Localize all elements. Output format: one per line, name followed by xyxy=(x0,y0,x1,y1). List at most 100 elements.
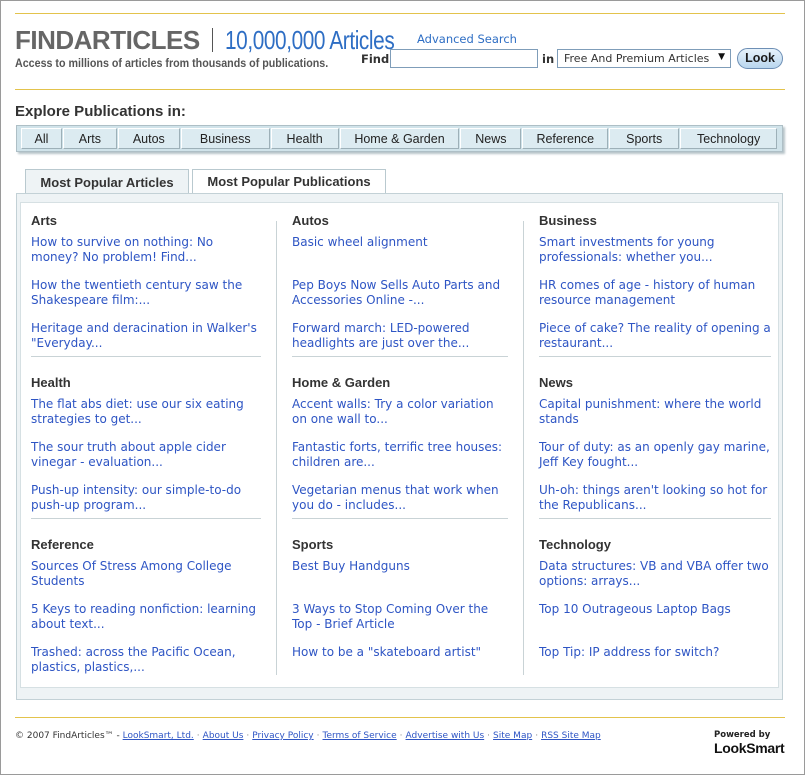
section-title: Technology xyxy=(539,537,611,552)
page-frame: FINDARTICLES 10,000,000 Articles Access … xyxy=(0,0,805,775)
category-autos[interactable]: Autos xyxy=(117,128,180,149)
article-link[interactable]: Fantastic forts, terrific tree houses: c… xyxy=(292,440,510,470)
section-autos: Autos Basic wheel alignment Pep Boys Now… xyxy=(292,213,510,350)
row-divider xyxy=(31,518,261,519)
category-business[interactable]: Business xyxy=(180,128,270,149)
footer-link-rss-site-map[interactable]: RSS Site Map xyxy=(541,731,601,741)
category-technology[interactable]: Technology xyxy=(680,128,778,149)
article-link[interactable]: The sour truth about apple cider vinegar… xyxy=(31,440,263,470)
article-link[interactable]: The flat abs diet: use our six eating st… xyxy=(31,397,263,427)
section-title: Business xyxy=(539,213,597,228)
article-link[interactable]: Trashed: across the Pacific Ocean, plast… xyxy=(31,645,263,675)
footer-rule xyxy=(15,717,785,718)
article-link[interactable]: Data structures: VB and VBA offer two op… xyxy=(539,559,771,589)
article-link[interactable]: Sources Of Stress Among College Students xyxy=(31,559,263,589)
footer-link-looksmart[interactable]: LookSmart, Ltd. xyxy=(123,731,194,741)
category-bar: All Arts Autos Business Health Home & Ga… xyxy=(16,125,783,152)
section-title: Home & Garden xyxy=(292,375,391,390)
article-link[interactable]: Tour of duty: as an openly gay marine, J… xyxy=(539,440,771,470)
article-link[interactable]: Basic wheel alignment xyxy=(292,235,510,250)
section-reference: Reference Sources Of Stress Among Colleg… xyxy=(31,537,263,674)
in-label: in xyxy=(542,52,555,66)
category-arts[interactable]: Arts xyxy=(62,128,117,149)
separator-dot: · xyxy=(399,731,403,741)
dropdown-arrow-icon: ▼ xyxy=(718,52,725,62)
section-title: Autos xyxy=(292,213,329,228)
footer-link-site-map[interactable]: Site Map xyxy=(493,731,532,741)
article-link[interactable]: Pep Boys Now Sells Auto Parts and Access… xyxy=(292,278,510,308)
logo-article-count: 10,000,000 Articles xyxy=(224,24,395,55)
article-link[interactable]: How the twentieth century saw the Shakes… xyxy=(31,278,263,308)
article-link[interactable]: Capital punishment: where the world stan… xyxy=(539,397,771,427)
category-news[interactable]: News xyxy=(460,128,522,149)
look-button[interactable]: Look xyxy=(737,48,783,69)
tab-most-popular-publications[interactable]: Most Popular Publications xyxy=(192,169,386,193)
article-link[interactable]: Accent walls: Try a color variation on o… xyxy=(292,397,510,427)
header-rule xyxy=(15,89,785,90)
article-link[interactable]: Heritage and deracination in Walker's "E… xyxy=(31,321,263,351)
footer-link-terms-of-service[interactable]: Terms of Service xyxy=(323,731,397,741)
article-link[interactable]: Vegetarian menus that work when you do -… xyxy=(292,483,510,513)
section-technology: Technology Data structures: VB and VBA o… xyxy=(539,537,771,659)
article-link[interactable]: Push-up intensity: our simple-to-do push… xyxy=(31,483,263,513)
section-title: Reference xyxy=(31,537,94,552)
separator-dot: · xyxy=(246,731,250,741)
category-all[interactable]: All xyxy=(21,128,62,149)
article-link[interactable]: Uh-oh: things aren't looking so hot for … xyxy=(539,483,771,513)
footer-link-privacy-policy[interactable]: Privacy Policy xyxy=(252,731,313,741)
row-divider xyxy=(292,518,508,519)
article-link[interactable]: Top Tip: IP address for switch? xyxy=(539,645,771,660)
section-sports: Sports Best Buy Handguns 3 Ways to Stop … xyxy=(292,537,510,659)
tagline: Access to millions of articles from thou… xyxy=(15,58,329,70)
article-link[interactable]: Forward march: LED-powered headlights ar… xyxy=(292,321,510,351)
top-rule xyxy=(15,13,785,14)
search-input[interactable] xyxy=(390,49,538,68)
footer-links: © 2007 FindArticles™ - LookSmart, Ltd. · A… xyxy=(15,731,601,741)
separator-dot: · xyxy=(196,731,200,741)
category-health[interactable]: Health xyxy=(270,128,339,149)
article-link[interactable]: Top 10 Outrageous Laptop Bags xyxy=(539,602,771,617)
separator-dot: · xyxy=(316,731,320,741)
section-news: News Capital punishment: where the world… xyxy=(539,375,771,512)
category-sports[interactable]: Sports xyxy=(609,128,680,149)
search-scope-select[interactable]: Free And Premium Articles ▼ xyxy=(557,49,731,68)
section-business: Business Smart investments for young pro… xyxy=(539,213,771,350)
section-title: Sports xyxy=(292,537,334,552)
powered-by-label: Powered by xyxy=(714,730,771,740)
find-label: Find xyxy=(361,52,390,66)
explore-title: Explore Publications in: xyxy=(15,103,186,120)
logo-name: FINDARTICLES xyxy=(15,24,200,55)
popular-grid: Arts How to survive on nothing: No money… xyxy=(20,202,779,688)
advanced-search-link[interactable]: Advanced Search xyxy=(417,32,517,46)
article-link[interactable]: Best Buy Handguns xyxy=(292,559,510,574)
article-link[interactable]: Smart investments for young professional… xyxy=(539,235,771,265)
section-home-garden: Home & Garden Accent walls: Try a color … xyxy=(292,375,510,512)
row-divider xyxy=(31,356,261,357)
article-link[interactable]: 5 Keys to reading nonfiction: learning a… xyxy=(31,602,263,632)
scope-selected-value: Free And Premium Articles xyxy=(564,52,710,65)
popular-panel: Arts How to survive on nothing: No money… xyxy=(16,193,783,700)
tab-most-popular-articles[interactable]: Most Popular Articles xyxy=(25,169,189,194)
category-home-garden[interactable]: Home & Garden xyxy=(339,128,460,149)
separator-dot: · xyxy=(487,731,491,741)
article-link[interactable]: How to be a "skateboard artist" xyxy=(292,645,510,660)
site-logo[interactable]: FINDARTICLES 10,000,000 Articles xyxy=(15,25,436,55)
article-link[interactable]: HR comes of age - history of human resou… xyxy=(539,278,771,308)
row-divider xyxy=(539,356,771,357)
section-arts: Arts How to survive on nothing: No money… xyxy=(31,213,263,350)
row-divider xyxy=(539,518,771,519)
separator-dot: · xyxy=(535,731,539,741)
looksmart-logo[interactable]: LookSmart xyxy=(714,740,785,756)
article-link[interactable]: 3 Ways to Stop Coming Over the Top - Bri… xyxy=(292,602,510,632)
article-link[interactable]: Piece of cake? The reality of opening a … xyxy=(539,321,771,351)
copyright-text: © 2007 FindArticles™ - xyxy=(15,731,120,741)
footer-link-advertise[interactable]: Advertise with Us xyxy=(406,731,485,741)
column-divider xyxy=(523,221,524,675)
column-divider xyxy=(276,221,277,675)
article-link[interactable]: How to survive on nothing: No money? No … xyxy=(31,235,263,265)
section-health: Health The flat abs diet: use our six ea… xyxy=(31,375,263,512)
section-title: News xyxy=(539,375,573,390)
category-reference[interactable]: Reference xyxy=(522,128,609,149)
footer-link-about-us[interactable]: About Us xyxy=(203,731,244,741)
row-divider xyxy=(292,356,508,357)
